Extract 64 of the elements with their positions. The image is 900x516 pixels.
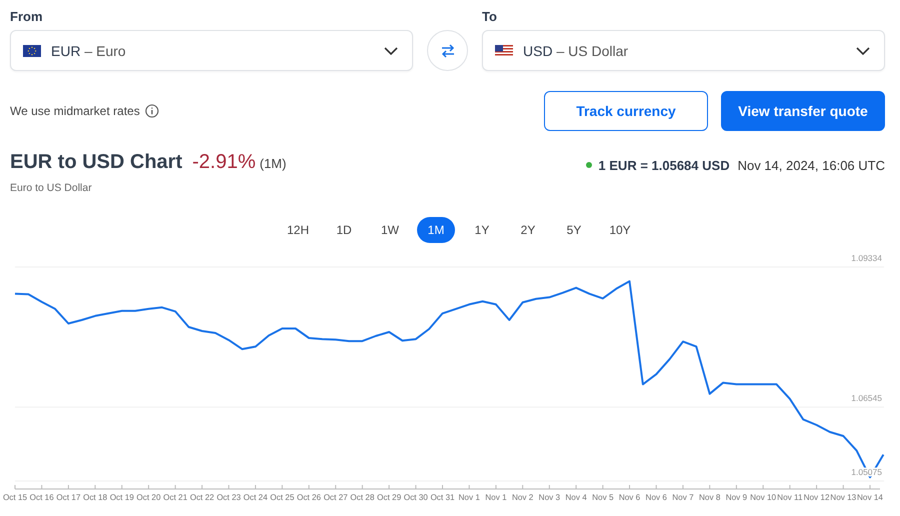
flag-icon	[23, 44, 41, 56]
chevron-down-icon	[856, 46, 870, 54]
info-icon[interactable]	[144, 104, 159, 118]
y-axis-label: 1.06545	[851, 393, 882, 404]
x-axis-label: Nov 6	[618, 493, 640, 502]
x-axis-label: Oct 24	[243, 493, 268, 502]
x-axis-label: Oct 27	[324, 493, 348, 502]
x-axis-label: Nov 9	[726, 493, 748, 502]
chart-subtitle: Euro to US Dollar	[9, 181, 93, 194]
x-axis-label: Nov 1	[458, 493, 480, 502]
x-axis-label: Nov 2	[512, 493, 534, 502]
x-axis-label: Oct 15	[2, 493, 28, 502]
x-axis-label: Nov 12	[804, 493, 830, 502]
x-axis-label: Nov 5	[592, 493, 614, 502]
x-axis-label: Oct 31	[430, 493, 455, 502]
x-axis-label: Nov 1	[485, 493, 507, 502]
percent-change: -2.91%	[192, 151, 256, 174]
x-axis-label: Oct 30	[404, 493, 428, 502]
range-tab[interactable]: 1M	[417, 217, 455, 243]
x-axis-label: Nov 8	[699, 493, 720, 502]
x-axis-label: Oct 23	[216, 493, 241, 502]
x-axis-label: Nov 10	[750, 493, 776, 502]
range-tab[interactable]: 10Y	[601, 217, 639, 243]
x-axis-label: Nov 7	[672, 493, 694, 502]
x-axis-label: Oct 20	[136, 493, 161, 502]
action-button[interactable]: View transfer quote	[721, 91, 885, 131]
rates-note: We use midmarket rates	[10, 104, 140, 118]
x-axis-label: Nov 3	[538, 493, 560, 502]
field-label: To	[482, 9, 498, 24]
currency-select[interactable]: EUR – Euro	[10, 30, 413, 71]
x-axis-label: Nov 14	[857, 493, 883, 502]
exchange-rate: 1 EUR = 1.05684 USD	[598, 158, 730, 172]
x-axis-label: Nov 13	[830, 493, 856, 502]
y-axis-label: 1.09334	[851, 253, 882, 263]
period-label: (1M)	[260, 156, 286, 171]
x-axis-label: Nov 6	[646, 493, 667, 502]
range-tab[interactable]: 2Y	[509, 217, 547, 243]
range-tab[interactable]: 1Y	[463, 217, 501, 243]
currency-select[interactable]: USD – US Dollar	[482, 30, 885, 71]
chevron-down-icon	[384, 46, 398, 54]
range-tab[interactable]: 5Y	[555, 217, 593, 243]
x-axis-label: Oct 29	[377, 493, 402, 502]
flag-icon	[495, 44, 513, 56]
timestamp: Nov 14, 2024, 16:06 UTC	[738, 158, 885, 172]
x-axis-label: Oct 16	[30, 493, 54, 502]
x-axis-label: Oct 25	[270, 493, 294, 502]
x-axis-label: Oct 21	[163, 493, 188, 502]
swap-arrows-icon	[440, 44, 456, 58]
x-axis-label: Oct 17	[56, 493, 80, 502]
chart-title: EUR to USD Chart	[10, 151, 182, 174]
range-tab[interactable]: 1W	[371, 217, 409, 243]
x-axis-label: Oct 18	[83, 493, 108, 502]
field-label: From	[10, 9, 44, 24]
status-dot	[586, 162, 592, 168]
range-tab[interactable]: 1D	[325, 217, 363, 243]
x-axis-label: Nov 4	[565, 493, 587, 502]
x-axis-label: Oct 19	[110, 493, 134, 502]
range-tab[interactable]: 12H	[279, 217, 317, 243]
x-axis-label: Oct 22	[190, 493, 214, 502]
x-axis-label: Oct 26	[296, 493, 321, 502]
x-axis-label: Nov 11	[777, 493, 803, 502]
x-axis-label: Oct 28	[350, 493, 374, 502]
swap-button[interactable]	[427, 30, 468, 71]
action-button[interactable]: Track currency	[544, 91, 708, 131]
